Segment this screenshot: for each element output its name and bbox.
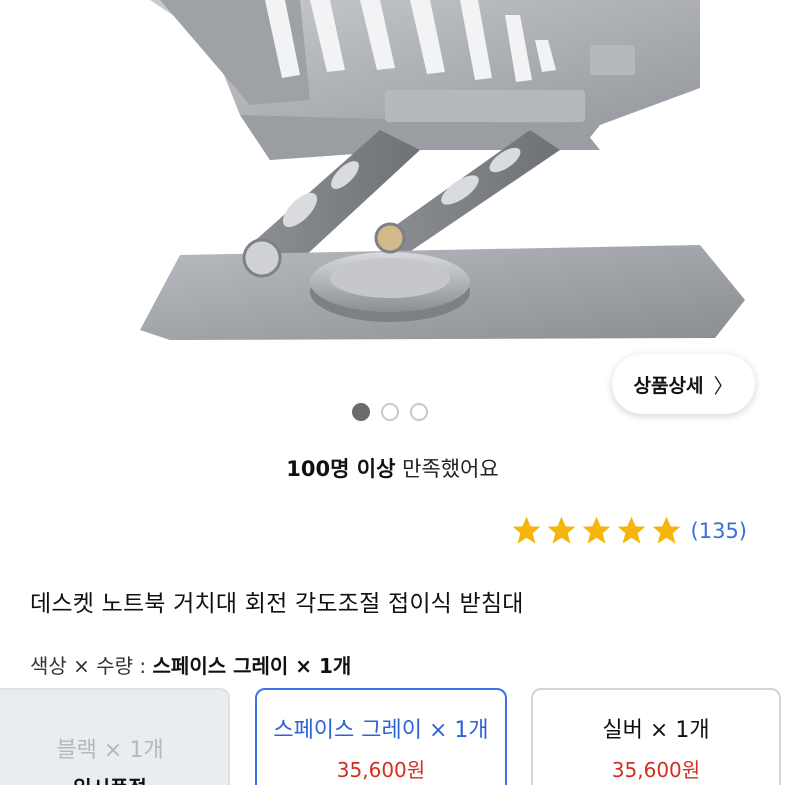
rating-summary[interactable]: (135) (510, 514, 747, 547)
option-card-space-gray[interactable]: 스페이스 그레이 × 1개 35,600원 (255, 688, 507, 785)
option-name: 실버 × 1개 (602, 718, 710, 743)
option-summary: 색상 × 수량 : 스페이스 그레이 × 1개 (30, 650, 351, 679)
laptop-stand-illustration (140, 0, 745, 340)
option-price: 35,600원 (611, 758, 701, 782)
star-icon (512, 516, 540, 544)
option-status: 일시품절 (0, 772, 228, 785)
option-name: 스페이스 그레이 × 1개 (273, 718, 489, 743)
detail-button-label: 상품상세 (633, 374, 704, 397)
satisfaction-label: 만족했어요 (395, 457, 499, 481)
chevron-right-icon: 〉 (713, 373, 734, 398)
option-summary-value: 스페이스 그레이 × 1개 (152, 654, 352, 678)
satisfaction-text: 100명 이상 만족했어요 (0, 453, 785, 483)
product-detail-button[interactable]: 상품상세 〉 (612, 354, 755, 414)
option-card-silver[interactable]: 실버 × 1개 35,600원 (531, 688, 781, 785)
product-title: 데스켓 노트북 거치대 회전 각도조절 접이식 받침대 (30, 591, 524, 617)
option-name: 블랙 × 1개 (56, 738, 164, 763)
option-card-black[interactable]: 블랙 × 1개 일시품절 (0, 688, 230, 785)
carousel-dot[interactable] (381, 403, 399, 421)
carousel-dot[interactable] (410, 403, 428, 421)
star-icon (547, 516, 575, 544)
review-count[interactable]: (135) (691, 519, 747, 543)
star-icon (582, 516, 610, 544)
carousel-indicator (352, 403, 428, 421)
satisfaction-count: 100명 이상 (286, 457, 396, 481)
option-price: 35,600원 (336, 758, 426, 782)
product-image[interactable] (0, 0, 785, 395)
carousel-dot[interactable] (352, 403, 370, 421)
star-icon (652, 516, 680, 544)
option-summary-label: 색상 × 수량 : (30, 654, 153, 678)
star-icon (617, 516, 645, 544)
